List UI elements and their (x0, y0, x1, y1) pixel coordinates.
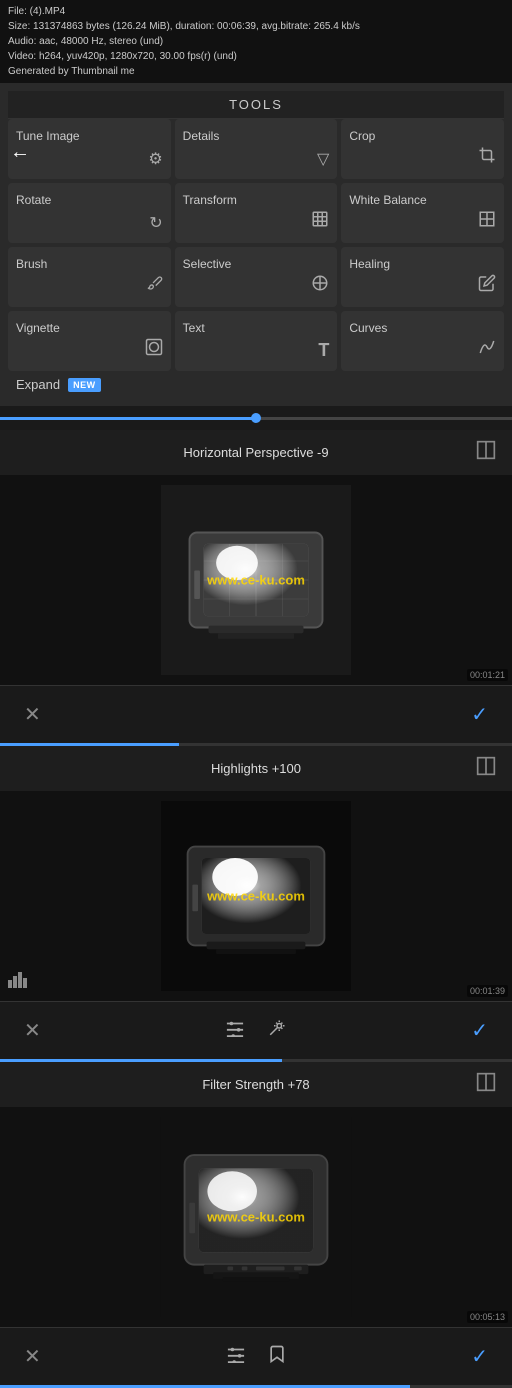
file-size: Size: 131374863 bytes (126.24 MiB), dura… (8, 19, 504, 34)
tool-crop[interactable]: Crop (341, 119, 504, 179)
white-balance-icon (478, 210, 496, 233)
crop-icon (478, 146, 496, 169)
histogram-icon[interactable] (8, 972, 28, 993)
horizontal-perspective-panel: Horizontal Perspective -9 (0, 430, 512, 685)
split-view-icon-highlights[interactable] (476, 756, 496, 781)
highlights-panel: Highlights +100 (0, 746, 512, 1001)
text-icon: T (318, 340, 329, 361)
split-view-icon-filter[interactable] (476, 1072, 496, 1097)
tool-text-label: Text (183, 321, 205, 335)
tool-healing-label: Healing (349, 257, 390, 271)
tool-text[interactable]: Text T (175, 311, 338, 371)
tool-transform-label: Transform (183, 193, 237, 207)
timeline-bar[interactable] (0, 406, 512, 430)
tool-curves-label: Curves (349, 321, 387, 335)
details-icon: ▽ (317, 149, 329, 169)
healing-icon (478, 274, 496, 297)
vignette-icon (145, 338, 163, 361)
panel-header-horizontal: Horizontal Perspective -9 (0, 430, 512, 475)
tool-brush-label: Brush (16, 257, 47, 271)
tool-crop-label: Crop (349, 129, 375, 143)
tv-image-1 (161, 485, 351, 675)
bookmark-icon-3[interactable] (267, 1344, 287, 1369)
action-bar-3: ✕ ✓ (0, 1327, 512, 1385)
timecode-3: 00:05:13 (467, 1311, 508, 1323)
back-button[interactable]: ← (10, 141, 30, 164)
panel-title-highlights: Highlights +100 (36, 761, 476, 776)
tune-image-icon: ⚙ (148, 149, 162, 169)
filename: File: (4).MP4 (8, 4, 504, 19)
audio-info: Audio: aac, 48000 Hz, stereo (und) (8, 34, 504, 49)
tool-details[interactable]: Details ▽ (175, 119, 338, 179)
timeline-progress (0, 417, 256, 420)
panel-title-horizontal: Horizontal Perspective -9 (36, 445, 476, 460)
confirm-button-2[interactable]: ✓ (467, 1014, 492, 1047)
confirm-button-1[interactable]: ✓ (467, 698, 492, 731)
tool-selective-label: Selective (183, 257, 232, 271)
sliders-icon-2[interactable] (224, 1019, 246, 1042)
video-info: Video: h264, yuv420p, 1280x720, 30.00 fp… (8, 49, 504, 64)
expand-label: Expand (16, 377, 60, 392)
selective-icon (311, 274, 329, 297)
tv-image-3 (156, 1117, 356, 1317)
tool-details-label: Details (183, 129, 220, 143)
action-bar-1: ✕ ✓ (0, 685, 512, 743)
rotate-icon: ↻ (149, 213, 162, 233)
sliders-icon-3[interactable] (225, 1345, 247, 1368)
tool-brush[interactable]: Brush (8, 247, 171, 307)
cancel-button-1[interactable]: ✕ (20, 698, 45, 731)
timeline-thumb[interactable] (251, 413, 261, 423)
mid-icons-3 (225, 1344, 287, 1369)
image-horizontal-perspective: www.ce-ku.com (0, 475, 512, 685)
transform-icon (311, 210, 329, 233)
cancel-button-3[interactable]: ✕ (20, 1340, 45, 1373)
tool-tune-image[interactable]: Tune Image ⚙ (8, 119, 171, 179)
panel-title-filter: Filter Strength +78 (36, 1077, 476, 1092)
image-highlights: www.ce-ku.com (0, 791, 512, 1001)
tools-header: TOOLS (8, 91, 504, 119)
expand-bar[interactable]: Expand NEW (8, 371, 504, 398)
panel-header-filter: Filter Strength +78 (0, 1062, 512, 1107)
magic-wand-icon-2[interactable] (266, 1019, 288, 1042)
brush-icon (147, 274, 163, 297)
tool-transform[interactable]: Transform (175, 183, 338, 243)
mid-icons-2 (224, 1019, 288, 1042)
tool-healing[interactable]: Healing (341, 247, 504, 307)
timeline-track[interactable] (0, 417, 512, 420)
timecode-1: 00:01:21 (467, 669, 508, 681)
timecode-2: 00:01:39 (467, 985, 508, 997)
tv-image-2 (161, 801, 351, 991)
tool-white-balance[interactable]: White Balance (341, 183, 504, 243)
tool-vignette-label: Vignette (16, 321, 60, 335)
image-filter-strength: www.ce-ku.com (0, 1107, 512, 1327)
confirm-button-3[interactable]: ✓ (467, 1340, 492, 1373)
split-view-icon-horizontal[interactable] (476, 440, 496, 465)
file-info-bar: File: (4).MP4 Size: 131374863 bytes (126… (0, 0, 512, 83)
panel-header-highlights: Highlights +100 (0, 746, 512, 791)
tool-white-balance-label: White Balance (349, 193, 426, 207)
action-bar-2: ✕ ✓ (0, 1001, 512, 1059)
tools-section: ← TOOLS Tune Image ⚙ Details ▽ Crop Rota… (0, 83, 512, 406)
tool-rotate[interactable]: Rotate ↻ (8, 183, 171, 243)
tool-rotate-label: Rotate (16, 193, 51, 207)
new-badge: NEW (68, 378, 101, 392)
cancel-button-2[interactable]: ✕ (20, 1014, 45, 1047)
filter-strength-panel: Filter Strength +78 (0, 1062, 512, 1327)
curves-icon (478, 338, 496, 361)
tool-selective[interactable]: Selective (175, 247, 338, 307)
generated-info: Generated by Thumbnail me (8, 64, 504, 79)
tool-curves[interactable]: Curves (341, 311, 504, 371)
tools-grid: Tune Image ⚙ Details ▽ Crop Rotate ↻ Tra… (8, 119, 504, 371)
tool-vignette[interactable]: Vignette (8, 311, 171, 371)
